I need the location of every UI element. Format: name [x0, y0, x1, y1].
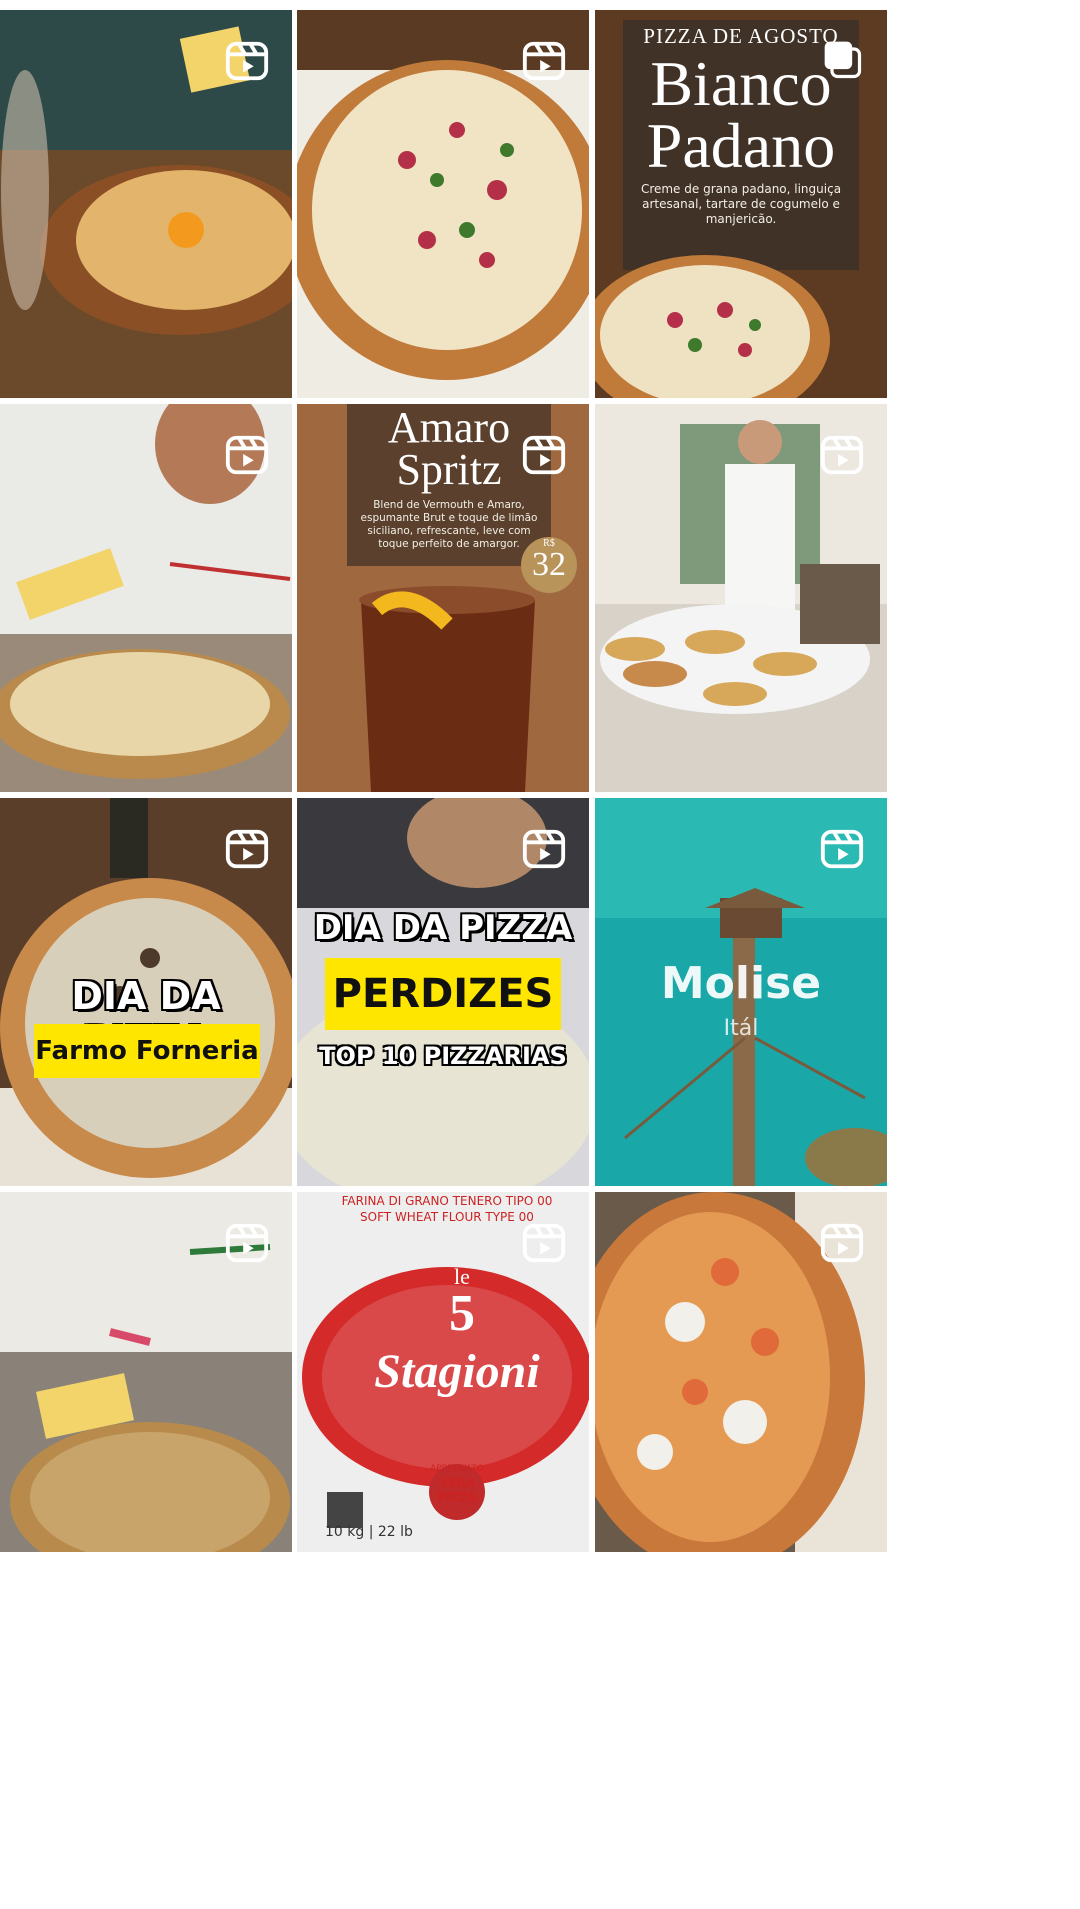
price-value: 32 [532, 546, 566, 583]
post-tile-12[interactable] [595, 1192, 887, 1552]
seal-line2: VERA [438, 1476, 475, 1490]
overlay-title: Molise [660, 958, 822, 1009]
reel-icon [820, 829, 864, 869]
post-tile-11[interactable]: FARINA DI GRANO TENERO TIPO 00 SOFT WHEA… [297, 1192, 589, 1552]
reel-icon [522, 829, 566, 869]
reel-icon [225, 1223, 269, 1263]
bag-weight: 10 kg | 22 lb [325, 1524, 413, 1540]
reel-icon [820, 1223, 864, 1263]
post-tile-1[interactable] [0, 10, 292, 398]
post-tile-2[interactable] [297, 10, 589, 398]
bag-top-text: FARINA DI GRANO TENERO TIPO 00 [341, 1194, 553, 1208]
overlay-subline: TOP 10 PIZZARIAS [319, 1042, 567, 1070]
reel-icon [820, 435, 864, 475]
reel-icon [522, 1223, 566, 1263]
post-tile-10[interactable] [0, 1192, 292, 1552]
post-tile-9[interactable]: Molise Itál [595, 798, 887, 1186]
overlay-subtitle: Itál [723, 1016, 759, 1041]
overlay-kicker: PIZZA DE AGOSTO [643, 24, 839, 48]
overlay-description: Creme de grana padano, linguiça artesana… [640, 182, 842, 226]
post-tile-5[interactable]: Amaro Spritz Blend de Vermouth e Amaro, … [297, 404, 589, 792]
reel-icon [225, 829, 269, 869]
seal-line1: APPROVATO [430, 1464, 484, 1474]
carousel-icon [824, 41, 862, 79]
overlay-description: Blend de Vermouth e Amaro, espumante Bru… [360, 499, 538, 550]
post-tile-6[interactable] [595, 404, 887, 792]
brand-word: Stagioni [374, 1345, 540, 1398]
overlay-title-line1: Amaro [387, 404, 511, 452]
reel-icon [225, 41, 269, 81]
post-tile-4[interactable] [0, 404, 292, 792]
overlay-title-line2: Spritz [396, 445, 502, 494]
reel-icon [522, 41, 566, 81]
post-tile-8[interactable]: DIA DA PIZZA PERDIZES TOP 10 PIZZARIAS [297, 798, 589, 1186]
overlay-headline: DIA DA PIZZA [313, 908, 573, 948]
brand-number: 5 [449, 1285, 475, 1342]
post-tile-3[interactable]: PIZZA DE AGOSTO Bianco Padano Creme de g… [595, 10, 887, 398]
overlay-highlight: PERDIZES [325, 958, 561, 1030]
post-tile-7[interactable]: DIA DA PIZZA Farmo Forneria [0, 798, 292, 1186]
profile-post-grid: PIZZA DE AGOSTO Bianco Padano Creme de g… [0, 0, 1080, 1909]
overlay-title-line2: Padano [646, 110, 836, 181]
overlay-highlight: Farmo Forneria [34, 1024, 260, 1078]
seal-line3: PIZZA [437, 1490, 477, 1504]
reel-icon [225, 435, 269, 475]
reel-icon [522, 435, 566, 475]
